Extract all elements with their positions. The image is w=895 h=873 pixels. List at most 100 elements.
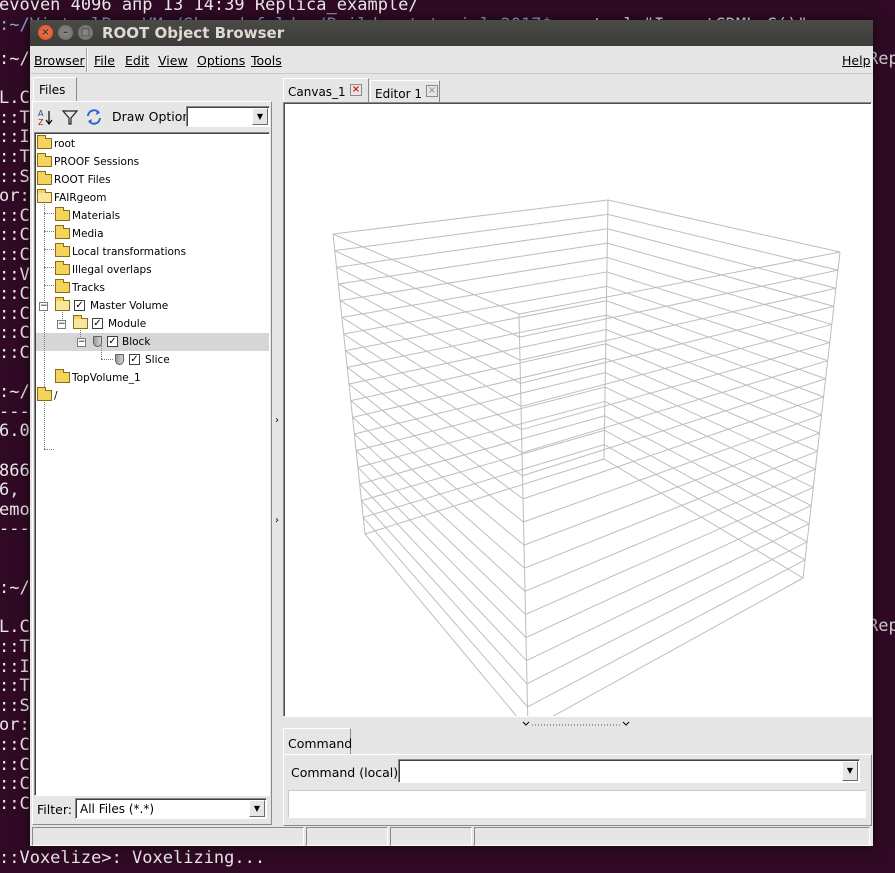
tab-label: Editor 1 [375,87,422,101]
wire-slice [603,444,806,561]
menu-bar: Browser File Edit View Options Tools Hel… [30,46,873,74]
terminal-fragment: :~/ [0,49,30,69]
menu-tools[interactable]: Tools [251,53,282,68]
close-icon[interactable]: × [426,85,438,97]
canvas-area[interactable] [283,102,872,717]
svg-text:Z: Z [38,118,44,127]
filter-label: Filter: [37,802,72,817]
folder-icon [55,261,70,275]
tree-connector [44,213,54,214]
terminal-fragment: --- [0,401,30,422]
tree-item-label: TopVolume_1 [72,372,141,384]
vertical-splitter[interactable]: › › [275,75,283,827]
terminal-fragment: ::S [0,166,30,187]
wire-slice [343,333,523,454]
terminal-fragment: ::S [0,695,30,716]
folder-open-icon [55,297,70,311]
wire-slice [552,577,804,716]
tree-selection-highlight [36,333,269,351]
wire-slice [332,233,520,315]
visibility-checkbox[interactable]: ✓ [107,336,118,347]
tree-item-label: Illegal overlaps [72,264,152,276]
file-tree[interactable]: root PROOF Sessions ROOT Files FAIRgeom … [34,132,270,796]
tab-editor[interactable]: Editor 1 × [370,80,440,102]
menu-browser[interactable]: Browser [34,53,85,68]
menu-help[interactable]: Help [842,53,871,68]
terminal-fragment: ::C [0,323,30,344]
wire-slice [522,378,826,477]
geometry-wireframe[interactable] [284,103,871,716]
tree-item-label: Master Volume [90,300,169,312]
wire-slice [607,228,837,289]
refresh-icon[interactable] [84,107,104,127]
wire-slice [523,432,820,546]
splitter-handle[interactable] [283,721,872,729]
collapse-icon[interactable]: − [77,338,86,347]
wire-slice [525,505,812,639]
draw-option-combobox[interactable]: ▼ [186,106,270,127]
folder-open-icon [37,189,52,203]
filter-icon[interactable] [60,107,80,127]
tab-files[interactable]: Files [33,77,77,101]
visibility-checkbox[interactable]: ✓ [74,300,85,311]
menu-options[interactable]: Options [197,53,245,68]
status-segment [32,827,304,846]
terminal-fragment: ::C [0,793,30,814]
terminal-fragment: ::I [0,656,30,677]
terminal-fragment: 6, [0,480,20,501]
visibility-checkbox[interactable]: ✓ [129,354,140,365]
wire-slice [518,251,841,315]
wire-slice [338,283,521,384]
wire-slice [605,343,820,434]
wire-slice [526,541,808,685]
volume-icon [93,336,102,347]
chevron-down-icon[interactable]: ▼ [252,108,268,125]
svg-text:A: A [38,109,44,118]
chevron-down-icon[interactable]: ▼ [842,761,858,781]
filter-combobox[interactable]: All Files (*.*) ▼ [75,798,267,819]
chevron-down-icon[interactable]: ▼ [249,800,265,817]
window-titlebar[interactable]: × – □ ROOT Object Browser [30,20,873,46]
window-maximize-button[interactable]: □ [78,25,93,40]
folder-open-icon [73,315,88,329]
wire-slice [604,415,810,525]
wire-slice [520,323,832,407]
terminal-fragment: L.C [0,617,30,638]
command-output-field[interactable] [288,790,866,818]
tab-canvas[interactable]: Canvas_1 × [283,78,369,102]
wire-slice [523,414,822,523]
wire-slice [350,400,525,546]
status-segment [474,827,870,846]
menu-edit[interactable]: Edit [125,53,149,68]
tab-command[interactable]: Command [283,728,352,754]
wire-slice [607,213,839,271]
terminal-fragment: L.C [0,88,30,109]
menu-view[interactable]: View [158,53,188,68]
visibility-checkbox[interactable]: ✓ [92,318,103,329]
wire-slice [348,329,607,385]
terminal-fragment: ::C [0,735,30,755]
chevron-right-icon[interactable]: › [275,515,279,526]
terminal-fragment: ::C [0,774,30,795]
wire-slice [524,468,816,592]
menu-file[interactable]: File [94,53,115,68]
folder-icon [55,279,70,293]
tree-item-label: FAIRgeom [54,192,107,204]
window-minimize-button[interactable]: – [58,25,73,40]
sort-az-icon[interactable]: A Z [36,107,56,127]
chevron-right-icon[interactable]: › [275,415,279,426]
wire-slice [519,269,839,338]
tree-connector [44,201,45,449]
wire-slice [527,559,806,708]
command-input[interactable]: ▼ [398,759,860,783]
horizontal-splitter[interactable] [283,718,872,726]
wire-slice [520,305,834,384]
close-icon[interactable]: × [350,84,362,96]
window-close-button[interactable]: × [38,25,53,40]
collapse-icon[interactable]: − [39,302,48,311]
collapse-icon[interactable]: − [57,320,66,329]
status-segment [306,827,388,846]
wire-slice [519,287,837,361]
terminal-fragment: ::C [0,343,30,363]
terminal-top-line: evoven 4096 апр 13 14:39 Replica_example… [0,0,419,15]
